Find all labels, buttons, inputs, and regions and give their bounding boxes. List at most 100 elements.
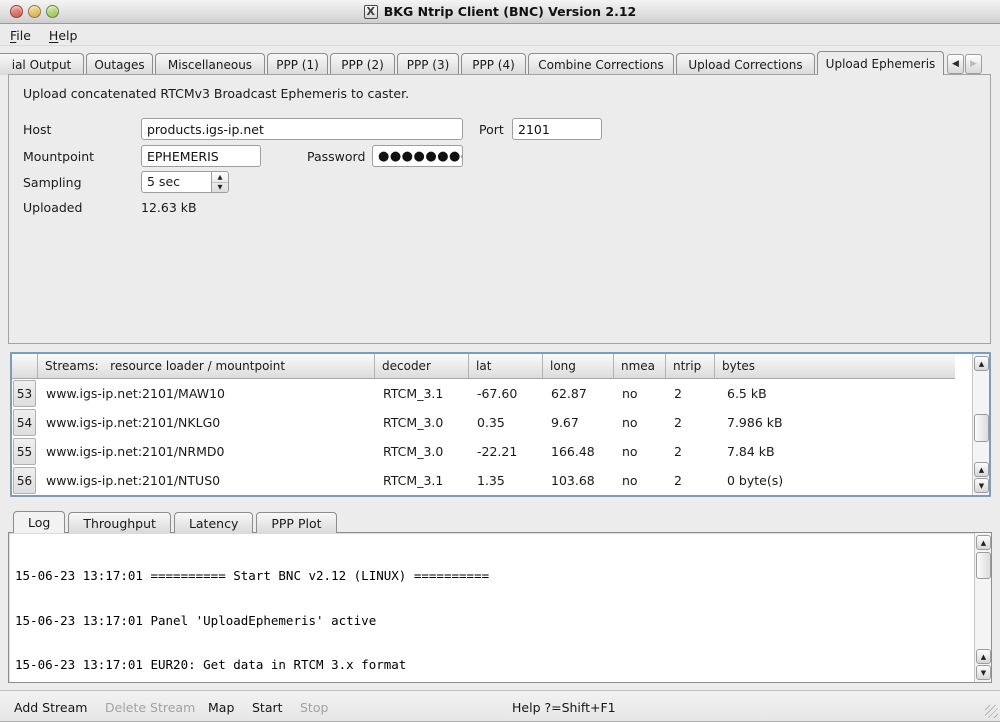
cell-ntrip: 2 [666, 437, 715, 466]
row-number[interactable]: 54 [13, 409, 36, 436]
tab-outages[interactable]: Outages [86, 53, 153, 75]
cell-mountpoint: www.igs-ip.net:2101/NKLG0 [38, 408, 375, 437]
cell-bytes: 7.84 kB [715, 437, 955, 466]
row-number[interactable]: 55 [13, 438, 36, 465]
scroll-down-icon[interactable]: ▼ [976, 665, 991, 680]
window-title: BKG Ntrip Client (BNC) Version 2.12 [384, 4, 636, 19]
tab-ppp-1[interactable]: PPP (1) [267, 53, 328, 75]
cell-mountpoint: www.igs-ip.net:2101/NRMD0 [38, 437, 375, 466]
cell-decoder: RTCM_3.0 [375, 408, 469, 437]
menu-file[interactable]: File [10, 28, 31, 43]
cell-nmea: no [614, 408, 666, 437]
log-viewport[interactable]: 15-06-23 13:17:01 ========== Start BNC v… [12, 535, 972, 680]
header-bytes[interactable]: bytes [715, 354, 955, 378]
sampling-down-arrow-icon[interactable]: ▼ [212, 183, 228, 193]
cell-lat: 0.35 [469, 408, 543, 437]
table-row[interactable]: 53 www.igs-ip.net:2101/MAW10 RTCM_3.1 -6… [12, 379, 955, 408]
mountpoint-input[interactable] [141, 145, 261, 167]
header-nmea[interactable]: nmea [614, 354, 666, 378]
cell-bytes: 6.5 kB [715, 379, 955, 408]
close-button[interactable] [10, 5, 23, 18]
cell-long: 9.67 [543, 408, 614, 437]
cell-nmea: no [614, 437, 666, 466]
chevron-right-icon: ▶ [970, 59, 977, 69]
config-tab-bar: ial Output Outages Miscellaneous PPP (1)… [0, 51, 1000, 75]
tab-combine-corrections[interactable]: Combine Corrections [528, 53, 674, 75]
header-corner-cell[interactable] [12, 354, 38, 378]
log-line: 15-06-23 13:17:01 Panel 'UploadEphemeris… [15, 614, 972, 629]
uploaded-label: Uploaded [23, 200, 82, 215]
cell-bytes: 0 byte(s) [715, 466, 955, 495]
map-button[interactable]: Map [208, 700, 234, 715]
cell-lat: -22.21 [469, 437, 543, 466]
cell-bytes: 7.986 kB [715, 408, 955, 437]
scroll-down-icon[interactable]: ▼ [974, 478, 989, 493]
tab-ppp-4[interactable]: PPP (4) [461, 53, 526, 75]
streams-table: Streams: resource loader / mountpoint de… [10, 352, 991, 497]
host-input[interactable] [141, 118, 463, 140]
header-decoder[interactable]: decoder [375, 354, 469, 378]
streams-scrollbar[interactable]: ▲ ▲ ▼ [972, 354, 989, 495]
host-label: Host [23, 122, 51, 137]
scroll-up-icon[interactable]: ▲ [976, 535, 991, 550]
cell-decoder: RTCM_3.1 [375, 466, 469, 495]
minimize-button[interactable] [28, 5, 41, 18]
table-row[interactable]: 54 www.igs-ip.net:2101/NKLG0 RTCM_3.0 0.… [12, 408, 955, 437]
cell-ntrip: 2 [666, 408, 715, 437]
cell-long: 103.68 [543, 466, 614, 495]
header-lat[interactable]: lat [469, 354, 543, 378]
row-number[interactable]: 56 [13, 467, 36, 494]
tab-upload-ephemeris[interactable]: Upload Ephemeris [817, 51, 944, 75]
start-button[interactable]: Start [252, 700, 283, 715]
log-scrollbar[interactable]: ▲ ▲ ▼ [974, 533, 991, 682]
sampling-up-arrow-icon[interactable]: ▲ [212, 172, 228, 183]
stop-button[interactable]: Stop [300, 700, 328, 715]
tab-ppp-2[interactable]: PPP (2) [330, 53, 395, 75]
password-field[interactable]: ●●●●●●●● [372, 145, 463, 167]
cell-long: 166.48 [543, 437, 614, 466]
resize-grip-icon[interactable] [985, 705, 998, 718]
tab-log[interactable]: Log [13, 511, 65, 533]
log-line: 15-06-23 13:17:01 EUR20: Get data in RTC… [15, 658, 972, 673]
tab-serial-output[interactable]: ial Output [0, 53, 84, 75]
menu-help[interactable]: Help [49, 28, 78, 43]
delete-stream-button[interactable]: Delete Stream [105, 700, 195, 715]
tab-ppp-3[interactable]: PPP (3) [397, 53, 459, 75]
tab-scroll-left-button[interactable]: ◀ [947, 54, 964, 74]
add-stream-button[interactable]: Add Stream [14, 700, 87, 715]
cell-nmea: no [614, 379, 666, 408]
table-row[interactable]: 56 www.igs-ip.net:2101/NTUS0 RTCM_3.1 1.… [12, 466, 955, 495]
scroll-up-icon[interactable]: ▲ [974, 356, 989, 371]
scroll-up-icon[interactable]: ▲ [974, 462, 989, 477]
header-ntrip[interactable]: ntrip [666, 354, 715, 378]
help-shortcut-label: Help ?=Shift+F1 [512, 700, 616, 715]
log-line: 15-06-23 13:17:01 ========== Start BNC v… [15, 569, 972, 584]
scrollbar-thumb[interactable] [974, 414, 989, 442]
menu-bar: File Help [0, 25, 1000, 46]
sampling-spinbox[interactable]: 5 sec ▲ ▼ [141, 171, 229, 193]
panel-description: Upload concatenated RTCMv3 Broadcast Eph… [23, 86, 409, 101]
upload-ephemeris-panel: Upload concatenated RTCMv3 Broadcast Eph… [8, 74, 991, 344]
row-number[interactable]: 53 [13, 380, 36, 407]
tab-ppp-plot[interactable]: PPP Plot [256, 512, 336, 533]
bottom-toolbar: Add Stream Delete Stream Map Start Stop … [0, 690, 1000, 722]
cell-decoder: RTCM_3.1 [375, 379, 469, 408]
port-input[interactable] [512, 118, 602, 140]
uploaded-value: 12.63 kB [141, 200, 197, 215]
cell-lat: -67.60 [469, 379, 543, 408]
cell-mountpoint: www.igs-ip.net:2101/MAW10 [38, 379, 375, 408]
scroll-up-icon[interactable]: ▲ [976, 649, 991, 664]
chevron-left-icon: ◀ [952, 59, 959, 69]
cell-decoder: RTCM_3.0 [375, 437, 469, 466]
tab-throughput[interactable]: Throughput [68, 512, 171, 533]
header-long[interactable]: long [543, 354, 614, 378]
output-tab-bar: Log Throughput Latency PPP Plot [13, 511, 340, 533]
table-row[interactable]: 55 www.igs-ip.net:2101/NRMD0 RTCM_3.0 -2… [12, 437, 955, 466]
tab-latency[interactable]: Latency [174, 512, 253, 533]
x11-icon: X [364, 5, 378, 19]
header-streams[interactable]: Streams: resource loader / mountpoint [38, 354, 375, 378]
tab-miscellaneous[interactable]: Miscellaneous [155, 53, 265, 75]
zoom-button[interactable] [46, 5, 59, 18]
scrollbar-thumb[interactable] [976, 552, 991, 579]
tab-upload-corrections[interactable]: Upload Corrections [676, 53, 815, 75]
